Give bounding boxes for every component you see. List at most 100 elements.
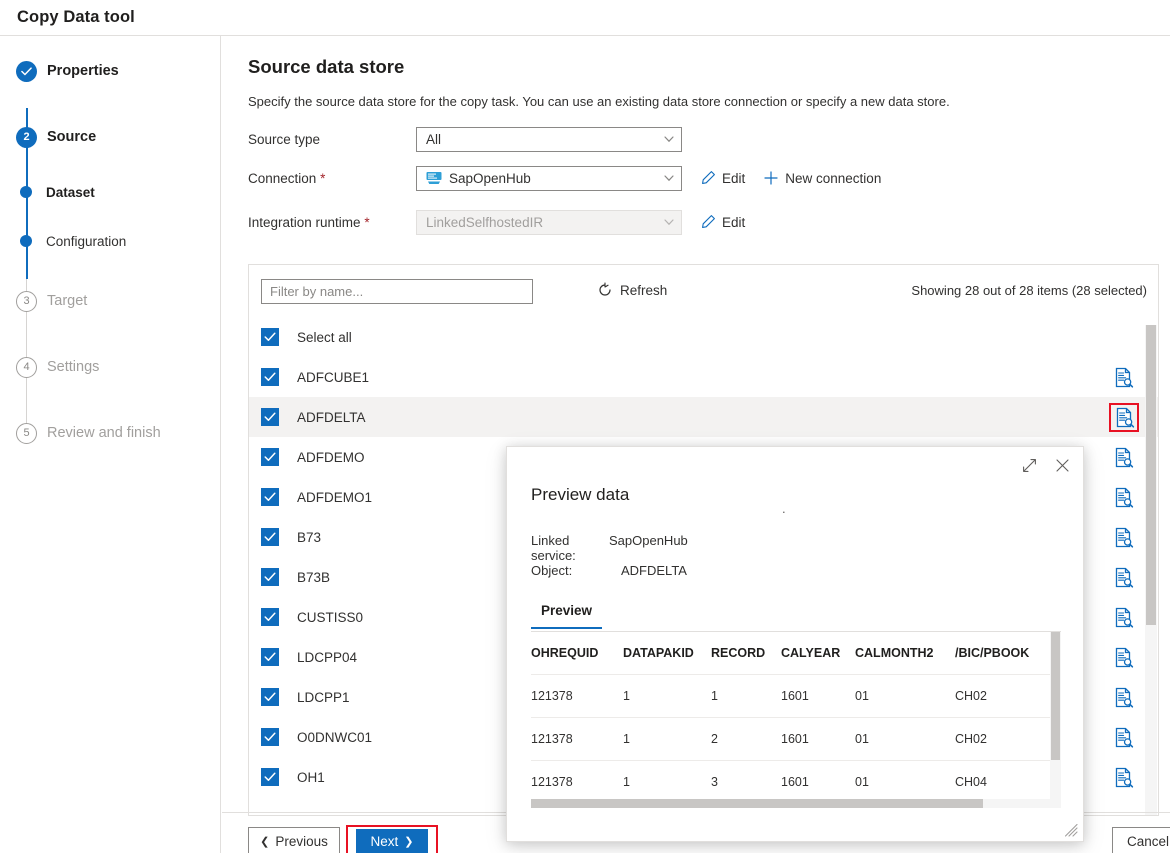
scrollbar-thumb[interactable]	[1051, 632, 1060, 760]
column-header: CALMONTH2	[855, 632, 955, 675]
sidebar-item-label: Settings	[47, 359, 99, 375]
preview-data-icon[interactable]	[1113, 727, 1134, 748]
flyout-title: Preview data	[531, 485, 629, 505]
refresh-button[interactable]: Refresh	[597, 282, 667, 298]
plus-icon	[763, 170, 779, 186]
cell: CH04	[955, 761, 1053, 803]
sidebar-item-configuration[interactable]: Configuration	[0, 230, 126, 252]
select-all-row[interactable]: Select all	[249, 317, 1159, 357]
step-number-badge: 2	[16, 127, 37, 148]
preview-data-icon[interactable]	[1113, 447, 1134, 468]
expand-icon[interactable]	[1021, 457, 1038, 474]
new-connection-label: New connection	[785, 171, 881, 186]
sidebar-item-dataset[interactable]: Dataset	[0, 181, 95, 203]
cell: 1601	[781, 761, 855, 803]
integration-runtime-select: LinkedSelfhostedIR	[416, 210, 682, 235]
source-type-label: Source type	[248, 132, 416, 147]
close-icon[interactable]	[1054, 457, 1071, 474]
preview-data-icon[interactable]	[1113, 647, 1134, 668]
window-title-bar: Copy Data tool	[0, 0, 1170, 36]
cell: 2	[711, 718, 781, 761]
row-checkbox[interactable]	[261, 648, 279, 666]
resize-grip-icon[interactable]	[1065, 824, 1078, 837]
preview-data-icon[interactable]	[1113, 567, 1134, 588]
row-checkbox[interactable]	[261, 488, 279, 506]
row-checkbox[interactable]	[261, 608, 279, 626]
preview-table-vertical-scrollbar[interactable]	[1050, 632, 1061, 802]
sidebar-item-settings[interactable]: 4 Settings	[0, 356, 99, 378]
sidebar-item-label: Properties	[47, 63, 119, 79]
sap-open-hub-icon	[426, 171, 442, 185]
filter-input[interactable]	[261, 279, 533, 304]
table-row: 121378 1 2 1601 01 CH02 AN	[531, 718, 1061, 761]
integration-runtime-label-text: Integration runtime	[248, 215, 361, 230]
table-row[interactable]: ADFCUBE1	[249, 357, 1159, 397]
preview-data-icon[interactable]	[1113, 767, 1134, 788]
row-label: LDCPP04	[297, 650, 357, 665]
dot-icon	[20, 186, 32, 198]
required-asterisk: *	[320, 171, 325, 186]
object-list-scrollbar[interactable]	[1145, 325, 1157, 816]
select-all-label: Select all	[297, 330, 352, 345]
edit-integration-runtime-button[interactable]: Edit	[700, 214, 745, 230]
sidebar-item-properties[interactable]: Properties	[0, 60, 119, 82]
sidebar-item-label: Source	[47, 129, 96, 145]
scrollbar-thumb[interactable]	[531, 799, 983, 808]
table-row: 121378 1 3 1601 01 CH04 AN	[531, 761, 1061, 803]
scrollbar-thumb[interactable]	[1146, 325, 1156, 625]
edit-connection-button[interactable]: Edit	[700, 170, 745, 186]
linked-service-value: SapOpenHub	[609, 533, 688, 563]
sidebar-item-source[interactable]: 2 Source	[0, 126, 96, 148]
edit-connection-label: Edit	[722, 171, 745, 186]
connection-row: Connection * SapOpenHub	[248, 166, 881, 190]
row-checkbox[interactable]	[261, 568, 279, 586]
integration-runtime-row: Integration runtime * LinkedSelfhostedIR…	[248, 210, 745, 234]
new-connection-button[interactable]: New connection	[763, 170, 881, 186]
sidebar-item-label: Configuration	[46, 234, 126, 249]
cell: 1601	[781, 718, 855, 761]
sidebar-item-review-and-finish[interactable]: 5 Review and finish	[0, 422, 161, 444]
row-label: LDCPP1	[297, 690, 350, 705]
integration-runtime-label: Integration runtime *	[248, 215, 416, 230]
preview-table: OHREQUID DATAPAKID RECORD CALYEAR CALMON…	[531, 632, 1061, 802]
previous-button[interactable]: ❮ Previous	[248, 827, 340, 853]
row-label: OH1	[297, 770, 325, 785]
row-checkbox[interactable]	[261, 528, 279, 546]
sidebar-item-label: Review and finish	[47, 425, 161, 441]
row-checkbox[interactable]	[261, 448, 279, 466]
preview-data-icon[interactable]	[1113, 527, 1134, 548]
connection-label: Connection *	[248, 171, 416, 186]
linked-service-label: Linked service:	[531, 533, 609, 563]
preview-data-icon[interactable]	[1113, 367, 1134, 388]
cell: 3	[711, 761, 781, 803]
tab-preview[interactable]: Preview	[531, 603, 602, 629]
cell: 1	[711, 675, 781, 718]
cell: 01	[855, 718, 955, 761]
sidebar-item-target[interactable]: 3 Target	[0, 290, 87, 312]
row-checkbox[interactable]	[261, 408, 279, 426]
row-checkbox[interactable]	[261, 768, 279, 786]
cell: 1	[623, 761, 711, 803]
connection-select[interactable]: SapOpenHub	[416, 166, 682, 191]
preview-data-icon[interactable]	[1113, 687, 1134, 708]
row-label: ADFDEMO1	[297, 490, 372, 505]
preview-data-icon[interactable]	[1113, 607, 1134, 628]
section-heading: Source data store	[248, 56, 404, 78]
row-checkbox[interactable]	[261, 368, 279, 386]
source-type-select[interactable]: All	[416, 127, 682, 152]
next-button[interactable]: Next ❯	[356, 829, 428, 853]
chevron-down-icon	[663, 216, 675, 228]
cancel-button[interactable]: Cancel	[1112, 827, 1170, 853]
preview-table-horizontal-scrollbar[interactable]	[531, 799, 1061, 808]
row-checkbox[interactable]	[261, 688, 279, 706]
cell: CH02	[955, 675, 1053, 718]
preview-data-icon[interactable]	[1113, 487, 1134, 508]
row-label: ADFCUBE1	[297, 370, 369, 385]
preview-data-icon-highlighted[interactable]	[1111, 405, 1137, 430]
cell: 1	[623, 675, 711, 718]
showing-count-text: Showing 28 out of 28 items (28 selected)	[911, 283, 1147, 298]
table-row[interactable]: ADFDELTA	[249, 397, 1159, 437]
connection-label-text: Connection	[248, 171, 316, 186]
select-all-checkbox[interactable]	[261, 328, 279, 346]
row-checkbox[interactable]	[261, 728, 279, 746]
